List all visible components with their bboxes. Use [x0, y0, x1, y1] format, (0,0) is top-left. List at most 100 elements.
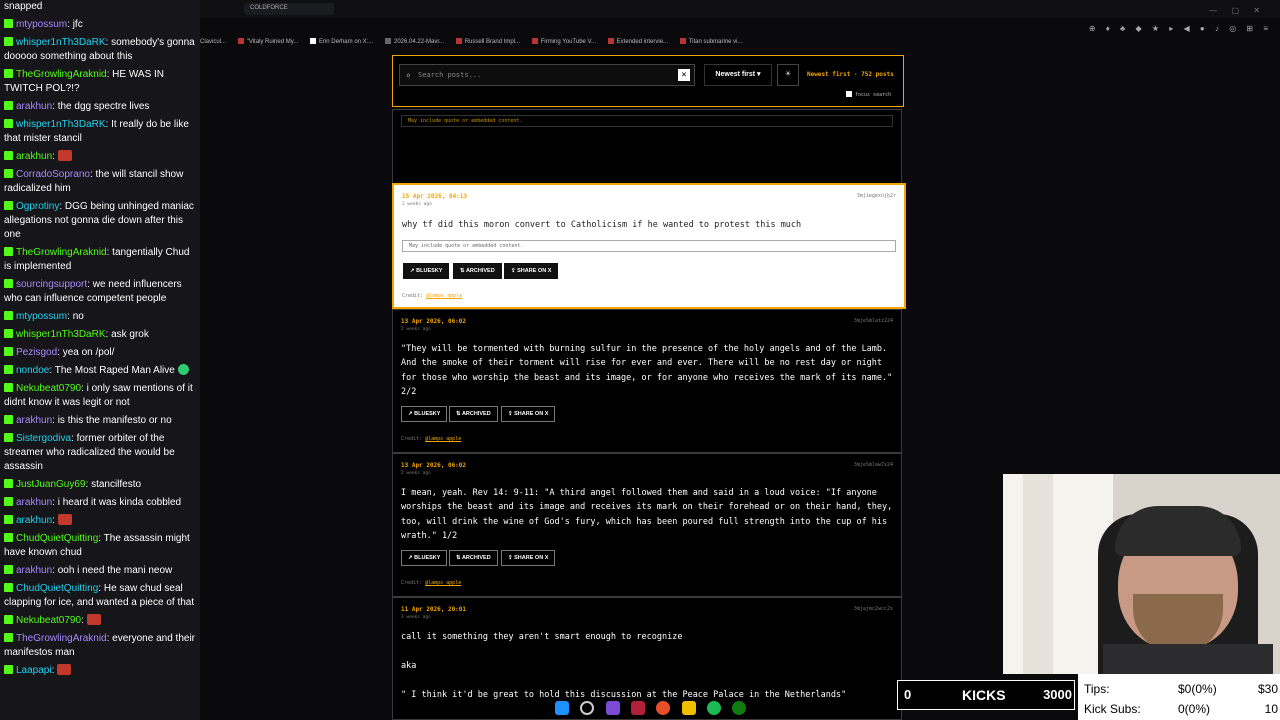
credit-link[interactable]: @lamps_apple — [425, 580, 461, 586]
embed-note: May include quote or embedded content. — [401, 115, 893, 127]
tips-panel: Tips: $0(0%) $30 Kick Subs: 0(0%) 10 — [1078, 674, 1280, 720]
chat-text: the dgg spectre lives — [57, 101, 150, 112]
kick-badge-icon — [4, 69, 13, 78]
bookmark-item[interactable]: 2026.04.22-Mavr... — [385, 38, 444, 45]
bookmark-item[interactable]: Clavicul... — [200, 39, 226, 45]
youtube-icon — [455, 38, 462, 44]
bookmark-item[interactable]: Extended intervie... — [607, 38, 668, 45]
chat-username[interactable]: arakhun — [16, 515, 52, 526]
app-icon[interactable] — [605, 700, 620, 715]
browser-tab[interactable]: COLDFORCE — [244, 3, 334, 15]
kick-badge-icon — [4, 19, 13, 28]
search-input[interactable]: ⌕ Search posts... ✕ — [399, 64, 695, 86]
xbox-icon[interactable] — [732, 700, 747, 715]
kick-badge-icon — [4, 433, 13, 442]
chat-username[interactable]: mtypossum — [16, 311, 67, 322]
chat-username[interactable]: TheGrowlingAraknid — [16, 633, 107, 644]
sort-dropdown[interactable]: Newest first ▾ — [704, 64, 772, 86]
chat-message: CorradoSoprano: the will stancil show ra… — [4, 169, 184, 194]
chat-username[interactable]: ChudQuietQuitting — [16, 533, 98, 544]
focus-search-checkbox[interactable]: focus search — [846, 91, 891, 98]
chat-message: JustJuanGuy69: stancilfesto — [0, 478, 200, 496]
kick-badge-icon — [4, 583, 13, 592]
chat-username[interactable]: arakhun — [16, 151, 52, 162]
bookmarks-bar: Clavicul... "Vitaly Ruined My... Erin De… — [200, 38, 1280, 52]
credit-link[interactable]: @lamps_apple — [426, 293, 462, 299]
chat-username[interactable]: arakhun — [16, 415, 52, 426]
chat-username[interactable]: CorradoSoprano — [16, 169, 90, 180]
chat-username[interactable]: Laapapi — [16, 665, 52, 676]
share-x-button[interactable]: ⇪ SHARE ON X — [504, 263, 559, 279]
kick-badge-icon — [4, 279, 13, 288]
clear-search-button[interactable]: ✕ — [678, 69, 690, 81]
window-frame — [1023, 474, 1053, 674]
spotify-icon[interactable] — [707, 700, 722, 715]
post-card: 13 Apr 2026, 06:02 2 weeks ago 3mjeSmlat… — [392, 309, 902, 453]
chat-username[interactable]: ChudQuietQuitting — [16, 583, 98, 594]
chat-username[interactable]: arakhun — [16, 565, 52, 576]
youtube-icon — [531, 38, 538, 44]
bookmark-item[interactable]: "Vitaly Ruined My... — [237, 38, 298, 45]
chat-username[interactable]: arakhun — [16, 101, 52, 112]
browser-icon[interactable] — [656, 700, 671, 715]
credit-link[interactable]: @lamps_apple — [425, 436, 461, 442]
focus-search-label: focus search — [855, 92, 892, 98]
share-x-button[interactable]: ⇪ SHARE ON X — [501, 406, 556, 422]
kicks-goal-bar: 0 KICKS 3000 — [897, 680, 1075, 710]
bluesky-button[interactable]: ↗ BLUESKY — [401, 406, 448, 422]
chat-username[interactable]: whisper1nTh3DaRK — [16, 37, 106, 48]
chat-username[interactable]: whisper1nTh3DaRK — [16, 329, 106, 340]
kick-badge-icon — [4, 311, 13, 320]
kick-badge-icon — [4, 633, 13, 642]
post-date: 11 Apr 2026, 20:01 — [401, 606, 467, 613]
archived-button[interactable]: ⇅ ARCHIVED — [449, 550, 498, 566]
bookmark-item[interactable]: Titan submarine vi... — [679, 38, 743, 45]
chat-username[interactable]: Ogprotiny — [16, 201, 59, 212]
kicks-goal: 3000 — [1043, 687, 1072, 702]
chat-message: ChudQuietQuitting: The assassin might ha… — [4, 533, 190, 558]
chat-username[interactable]: arakhun — [16, 497, 52, 508]
chat-message: mtypossum: jfc — [0, 18, 200, 36]
chat-username[interactable]: sourcingsupport — [16, 279, 87, 290]
kick-badge-icon — [4, 383, 13, 392]
app-icon[interactable] — [631, 700, 646, 715]
bookmark-label: Russell Brand Impl... — [464, 39, 521, 45]
chat-text: yea on /pol/ — [62, 347, 115, 358]
archived-button[interactable]: ⇅ ARCHIVED — [453, 263, 502, 279]
windows-start-icon[interactable] — [555, 700, 569, 715]
post-date: 13 Apr 2026, 06:02 — [401, 318, 467, 325]
window-controls[interactable]: — ▢ ✕ — [1209, 6, 1266, 15]
chat-username[interactable]: Nekubeat0790 — [16, 615, 81, 626]
bookmark-item[interactable]: Erin Derham on X:... — [309, 38, 373, 45]
chat-message: mtypossum: no — [0, 310, 200, 328]
taskbar — [555, 700, 754, 716]
chat-username[interactable]: TheGrowlingAraknid — [16, 247, 107, 258]
shirt — [1103, 644, 1273, 674]
bluesky-button[interactable]: ↗ BLUESKY — [403, 263, 450, 279]
chat-username[interactable]: Pezisgod — [16, 347, 57, 358]
emote-icon — [57, 664, 72, 675]
chat-username[interactable]: Sistergodiva — [16, 433, 71, 444]
chat-username[interactable]: nondoe — [16, 365, 49, 376]
theme-toggle-icon[interactable]: ☀ — [777, 64, 799, 86]
subs-label: Kick Subs: — [1084, 702, 1141, 716]
chat-username[interactable]: TheGrowlingAraknid — [16, 69, 107, 80]
search-icon[interactable] — [580, 700, 595, 715]
bookmark-item[interactable]: Firming YouTube V... — [531, 38, 596, 45]
chat-username[interactable]: Nekubeat0790 — [16, 383, 81, 394]
tips-label: Tips: — [1084, 682, 1110, 696]
folder-icon[interactable] — [681, 700, 696, 715]
bookmark-item[interactable]: Russell Brand Impl... — [455, 38, 521, 45]
chat-username[interactable]: whisper1nTh3DaRK — [16, 119, 106, 130]
chat-username[interactable]: mtypossum — [16, 19, 67, 30]
extension-icons[interactable]: ⊕ ♦ ♣ ◆ ★ ▸ ◀ ● ♪ ◎ ⊞ ≡ — [1089, 24, 1272, 33]
chat-message: TheGrowlingAraknid: tangentially Chud is… — [4, 247, 190, 272]
share-x-button[interactable]: ⇪ SHARE ON X — [501, 550, 556, 566]
post-ago: 2 weeks ago — [402, 202, 432, 207]
chat-username[interactable]: JustJuanGuy69 — [16, 479, 86, 490]
youtube-icon — [679, 38, 686, 44]
archived-button[interactable]: ⇅ ARCHIVED — [449, 406, 498, 422]
chat-message: TheGrowlingAraknid: HE WAS IN TWITCH POL… — [4, 69, 165, 94]
post-credit: Credit: @lamps_apple — [401, 580, 462, 586]
bluesky-button[interactable]: ↗ BLUESKY — [401, 550, 448, 566]
